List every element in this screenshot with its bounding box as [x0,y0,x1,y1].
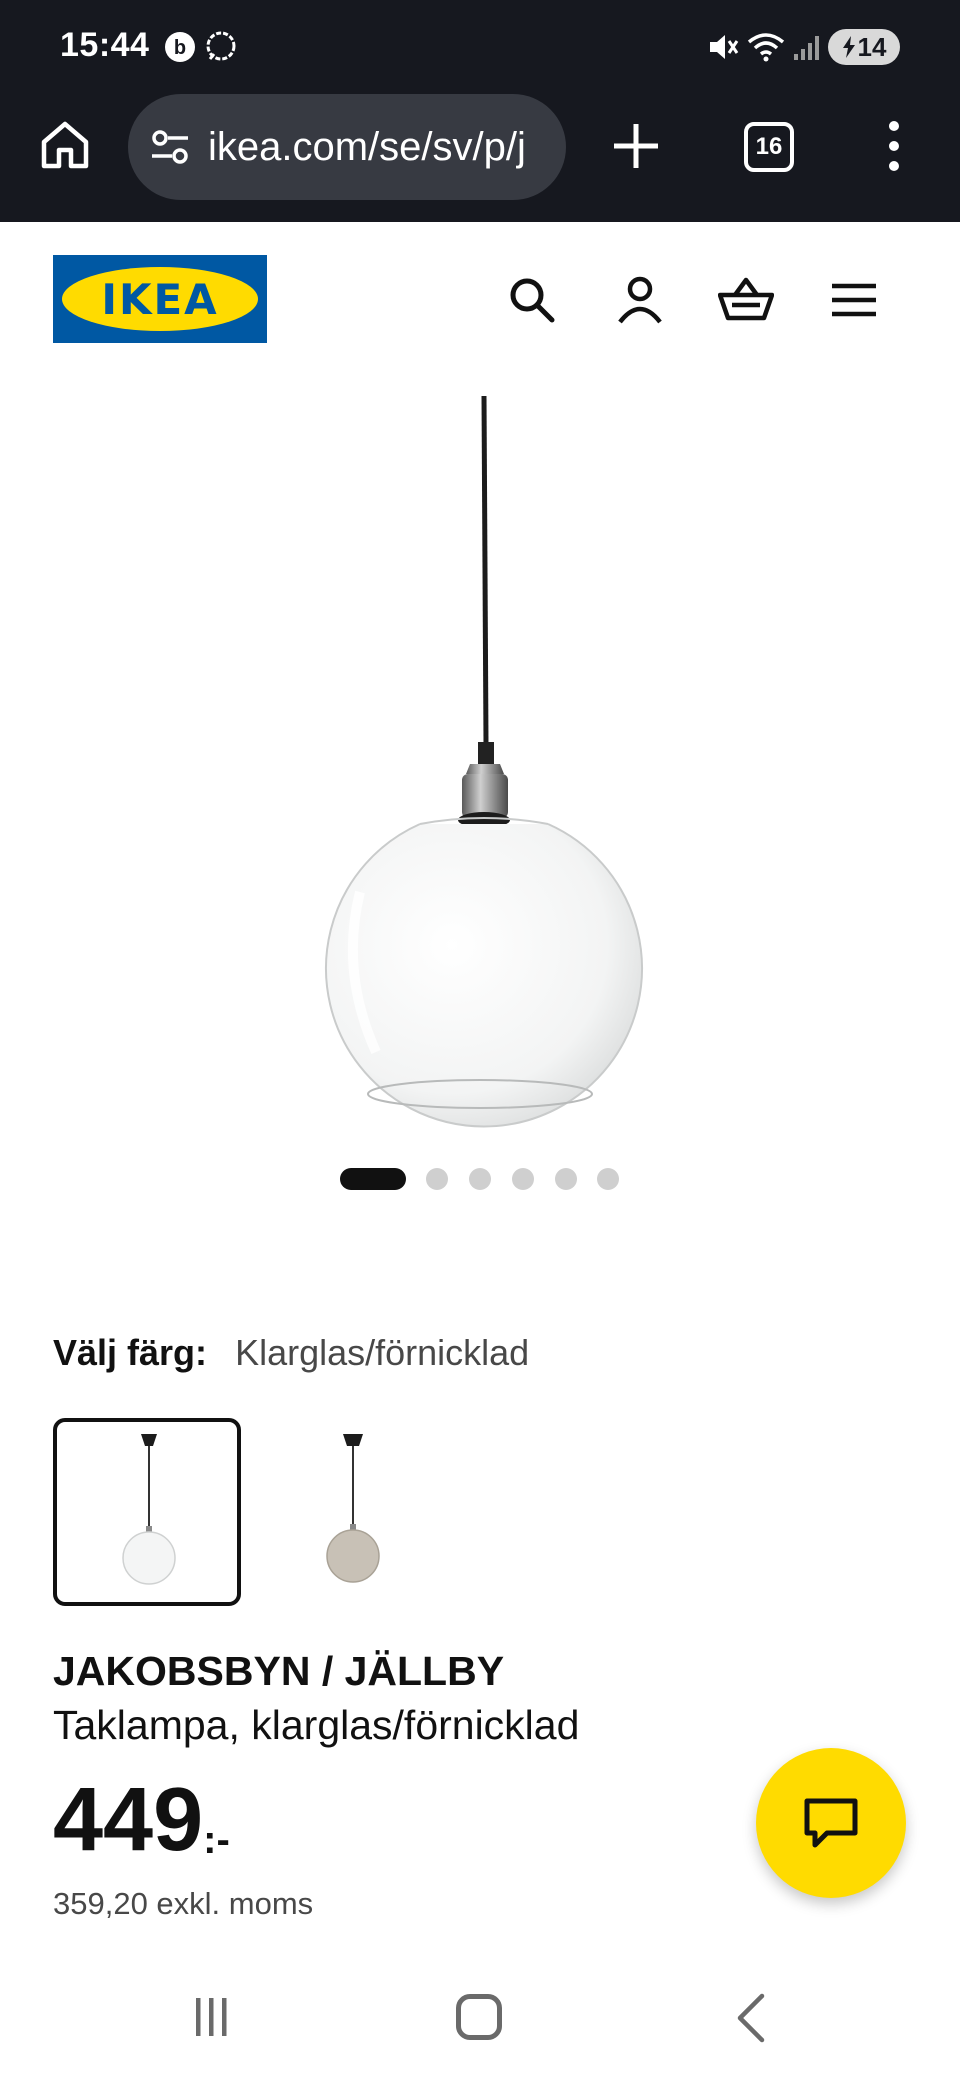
charging-bolt-icon [842,36,855,58]
color-swatch-grey[interactable] [263,1418,451,1606]
status-time: 15:44 [60,26,150,64]
product-description: Taklampa, klarglas/förnicklad [53,1702,580,1748]
carousel-dot[interactable] [512,1168,534,1190]
ikea-logo[interactable]: IKEA [53,255,267,343]
carousel-dot[interactable] [555,1168,577,1190]
price-excl-vat: 359,20 exkl. moms [53,1886,314,1921]
browser-chrome: 15:44 b 14 ikea.com/se/sv/p/j 16 [0,0,960,222]
cart-icon[interactable] [718,272,774,328]
color-value: Klarglas/förnicklad [235,1332,530,1373]
chat-button[interactable] [756,1748,906,1898]
wifi-icon [747,33,785,62]
more-menu-icon[interactable] [880,118,908,174]
carousel-dot[interactable] [469,1168,491,1190]
home-icon[interactable] [38,118,92,172]
carousel-dots [0,1164,960,1192]
tab-count: 16 [755,133,783,160]
menu-icon[interactable] [826,272,882,328]
site-settings-icon[interactable] [148,125,192,169]
tabs-icon[interactable]: 16 [744,122,794,172]
chat-icon [804,1798,858,1848]
svg-text:b: b [174,37,186,59]
swatch-thumbnail [122,1434,176,1585]
url-text: ikea.com/se/sv/p/j [208,124,526,169]
product-price: 449 :- [53,1770,230,1870]
new-tab-icon[interactable] [610,120,662,172]
recent-apps-bar [222,1998,227,2036]
color-label: Välj färg: [53,1332,208,1373]
account-icon[interactable] [612,272,668,328]
recent-apps-icon[interactable] [188,1994,234,2040]
home-nav-icon[interactable] [456,1994,502,2040]
price-suffix: :- [203,1818,230,1862]
android-nav-bar [0,1966,960,2080]
product-image[interactable] [0,372,960,1142]
carousel-dot[interactable] [597,1168,619,1190]
logo-oval: IKEA [62,267,258,331]
url-bar[interactable]: ikea.com/se/sv/p/j [128,94,566,200]
recent-apps-bar [209,1998,214,2036]
site-header: IKEA [0,222,960,372]
recent-apps-bar [196,1998,201,2036]
battery-level: 14 [857,31,887,62]
cell-signal-icon [794,36,819,60]
swatch-thumbnail [326,1434,380,1583]
browser-toolbar: ikea.com/se/sv/p/j 16 [0,92,960,222]
logo-text: IKEA [101,274,219,324]
status-bar: 15:44 b 14 [0,0,960,92]
color-selector: Välj färg: Klarglas/förnicklad [53,1332,529,1374]
battery-charging-icon: 14 [828,29,900,65]
signal-messenger-icon [206,31,236,61]
carousel-dot[interactable] [426,1168,448,1190]
b-app-icon: b [165,32,195,62]
back-icon[interactable] [730,1992,770,2044]
color-swatch-clear[interactable] [53,1418,241,1606]
mute-icon [710,35,739,59]
price-integer: 449 [53,1770,204,1870]
search-icon[interactable] [504,272,560,328]
carousel-dot-active[interactable] [340,1168,406,1190]
product-name: JAKOBSBYN / JÄLLBY [53,1648,505,1694]
